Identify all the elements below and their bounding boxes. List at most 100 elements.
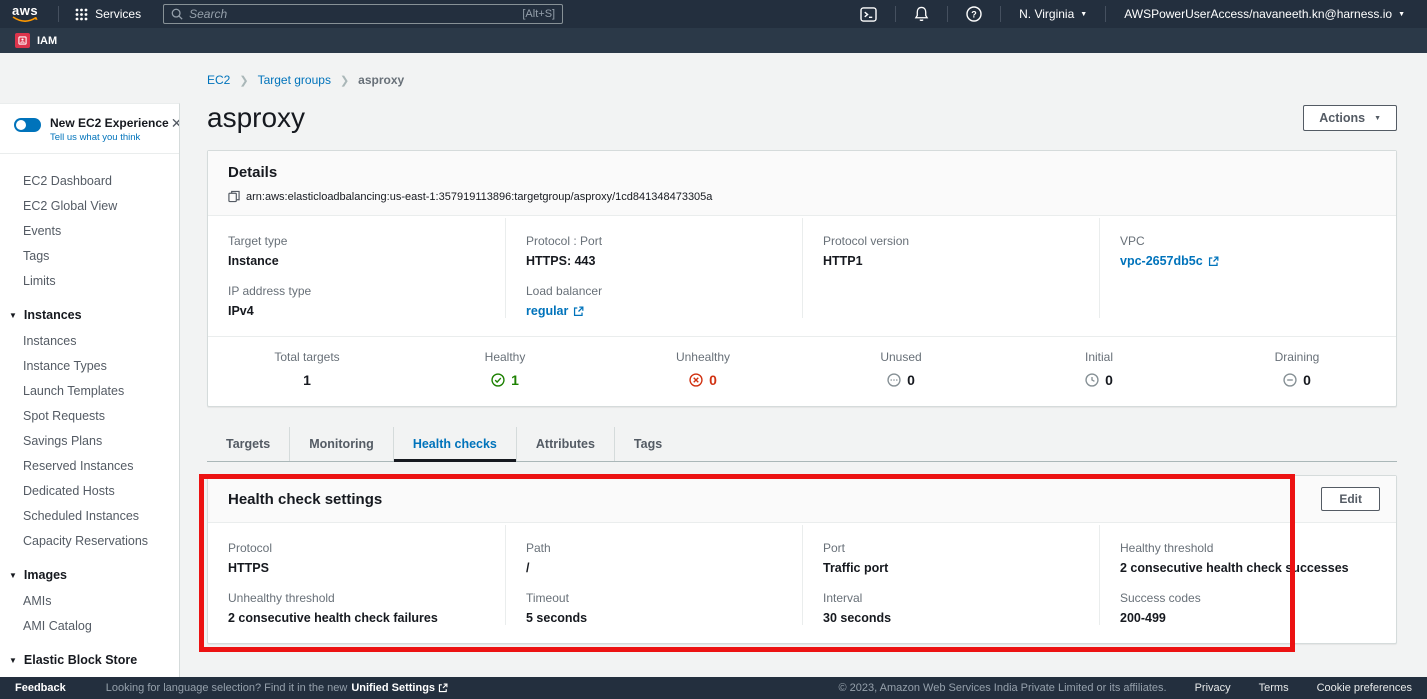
tab-attributes[interactable]: Attributes xyxy=(516,427,614,461)
bell-icon xyxy=(914,6,929,22)
favorite-iam-link[interactable]: IAM xyxy=(15,33,57,48)
cloudshell-button[interactable] xyxy=(850,7,887,22)
sidebar-item-spot-requests[interactable]: Spot Requests xyxy=(0,403,179,428)
privacy-link[interactable]: Privacy xyxy=(1195,682,1231,694)
hc-port-value: Traffic port xyxy=(823,561,1079,575)
copy-icon[interactable] xyxy=(228,190,240,203)
chevron-down-icon: ▼ xyxy=(1080,11,1087,18)
breadcrumb-current: asproxy xyxy=(358,73,404,87)
sidebar-item-tags[interactable]: Tags xyxy=(0,243,179,268)
actions-button[interactable]: Actions ▼ xyxy=(1303,105,1397,131)
section-label: Images xyxy=(24,568,67,582)
field-label: Healthy threshold xyxy=(1120,541,1376,555)
external-link-icon xyxy=(438,683,448,693)
sidebar-item-scheduled-instances[interactable]: Scheduled Instances xyxy=(0,503,179,528)
stat-value: 0 xyxy=(1105,372,1113,388)
stat-value: 0 xyxy=(1303,372,1311,388)
breadcrumb-target-groups[interactable]: Target groups xyxy=(258,73,331,87)
close-icon[interactable]: ✕ xyxy=(169,116,180,130)
services-menu-button[interactable]: Services xyxy=(67,0,149,28)
sidebar-item-instances[interactable]: Instances xyxy=(0,328,179,353)
sidebar-item-dedicated-hosts[interactable]: Dedicated Hosts xyxy=(0,478,179,503)
sidebar-item-savings-plans[interactable]: Savings Plans xyxy=(0,428,179,453)
stat-value: 0 xyxy=(709,372,717,388)
vpc-id: vpc-2657db5c xyxy=(1120,254,1203,268)
sidebar-item-reserved-instances[interactable]: Reserved Instances xyxy=(0,453,179,478)
edit-button[interactable]: Edit xyxy=(1321,487,1380,511)
chevron-down-icon: ▼ xyxy=(9,656,17,665)
sidebar-item-ami-catalog[interactable]: AMI Catalog xyxy=(0,613,179,638)
stat-unused: Unused 0 xyxy=(802,350,1000,388)
stat-label: Healthy xyxy=(406,350,604,364)
topnav-right-group: ? N. Virginia ▼ AWSPowerUserAccess/navan… xyxy=(850,6,1415,22)
terms-link[interactable]: Terms xyxy=(1259,682,1289,694)
check-circle-icon xyxy=(491,373,505,387)
stat-label: Unused xyxy=(802,350,1000,364)
hc-path-value: / xyxy=(526,561,782,575)
details-grid: Target typeInstance IP address typeIPv4 … xyxy=(208,216,1396,336)
tab-tags[interactable]: Tags xyxy=(614,427,681,461)
stat-value: 1 xyxy=(511,372,519,388)
field-label: Protocol : Port xyxy=(526,234,782,248)
tab-targets[interactable]: Targets xyxy=(207,427,289,461)
tab-monitoring[interactable]: Monitoring xyxy=(289,427,393,461)
region-label: N. Virginia xyxy=(1019,7,1074,21)
sidebar-section-images[interactable]: ▼Images xyxy=(0,562,179,588)
sidebar-section-elastic-block-store[interactable]: ▼Elastic Block Store xyxy=(0,647,179,673)
cookie-preferences-link[interactable]: Cookie preferences xyxy=(1317,682,1412,694)
sidebar-item-launch-templates[interactable]: Launch Templates xyxy=(0,378,179,403)
field-label: Timeout xyxy=(526,591,782,605)
sidebar-section-instances[interactable]: ▼Instances xyxy=(0,302,179,328)
chevron-down-icon: ▼ xyxy=(1398,11,1405,18)
feedback-link[interactable]: Feedback xyxy=(15,682,66,694)
stat-value: 0 xyxy=(907,372,915,388)
search-shortcut-hint: [Alt+S] xyxy=(522,8,555,20)
sidebar-item-limits[interactable]: Limits xyxy=(0,268,179,293)
sidebar-item-capacity-reservations[interactable]: Capacity Reservations xyxy=(0,528,179,553)
account-label: AWSPowerUserAccess/navaneeth.kn@harness.… xyxy=(1124,7,1392,21)
field-label: Protocol version xyxy=(823,234,1079,248)
sidebar-item-events[interactable]: Events xyxy=(0,218,179,243)
sidebar-item-ec2-dashboard[interactable]: EC2 Dashboard xyxy=(0,168,179,193)
new-experience-toggle-row: New EC2 Experience Tell us what you thin… xyxy=(0,104,179,154)
hc-unhealthy-threshold-value: 2 consecutive health check failures xyxy=(228,611,485,625)
breadcrumb: EC2 ❯ Target groups ❯ asproxy xyxy=(207,73,1397,87)
external-link-icon xyxy=(1208,256,1219,267)
cloudshell-icon xyxy=(860,7,877,22)
account-menu[interactable]: AWSPowerUserAccess/navaneeth.kn@harness.… xyxy=(1114,7,1415,21)
notifications-button[interactable] xyxy=(904,6,939,22)
nav-divider xyxy=(1000,6,1001,22)
search-placeholder: Search xyxy=(189,7,516,21)
sidebar-item-instance-types[interactable]: Instance Types xyxy=(0,353,179,378)
unified-settings-link[interactable]: Unified Settings xyxy=(351,682,448,694)
details-title: Details xyxy=(228,164,1376,181)
region-selector[interactable]: N. Virginia ▼ xyxy=(1009,7,1097,21)
nav-divider xyxy=(947,6,948,22)
hc-timeout-value: 5 seconds xyxy=(526,611,782,625)
language-selection-note: Looking for language selection? Find it … xyxy=(106,682,448,694)
stat-label: Initial xyxy=(1000,350,1198,364)
load-balancer-link[interactable]: regular xyxy=(526,304,782,318)
tab-health-checks[interactable]: Health checks xyxy=(393,427,516,461)
tell-us-link[interactable]: Tell us what you think xyxy=(50,132,169,143)
stat-draining: Draining 0 xyxy=(1198,350,1396,388)
copyright-text: © 2023, Amazon Web Services India Privat… xyxy=(839,682,1167,694)
page-title: asproxy xyxy=(207,102,305,134)
new-ec2-experience-toggle[interactable] xyxy=(14,118,41,132)
field-label: Interval xyxy=(823,591,1079,605)
sidebar-item-amis[interactable]: AMIs xyxy=(0,588,179,613)
protocol-version-value: HTTP1 xyxy=(823,254,1079,268)
aws-logo[interactable]: aws xyxy=(12,6,38,23)
field-label: IP address type xyxy=(228,284,485,298)
chevron-down-icon: ▼ xyxy=(9,311,17,320)
breadcrumb-ec2[interactable]: EC2 xyxy=(207,73,230,87)
global-search-input[interactable]: Search [Alt+S] xyxy=(163,4,563,24)
help-button[interactable]: ? xyxy=(956,6,992,22)
sidebar-item-ec2-global-view[interactable]: EC2 Global View xyxy=(0,193,179,218)
minus-circle-icon xyxy=(1283,373,1297,387)
field-label: Port xyxy=(823,541,1079,555)
field-label: Unhealthy threshold xyxy=(228,591,485,605)
services-label: Services xyxy=(95,7,141,21)
stat-unhealthy: Unhealthy 0 xyxy=(604,350,802,388)
vpc-link[interactable]: vpc-2657db5c xyxy=(1120,254,1376,268)
